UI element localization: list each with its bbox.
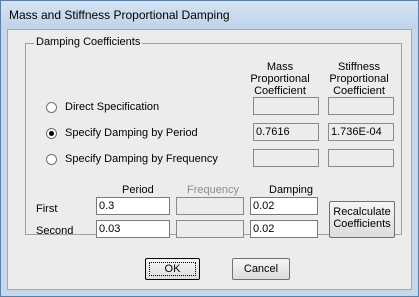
damping-header: Damping	[269, 184, 314, 196]
direct-mass-field	[253, 97, 319, 115]
stiffness-coefficient-field: 1.736E-04	[328, 123, 394, 141]
frequency-stiffness-field	[328, 149, 394, 167]
option-damping-by-frequency[interactable]: Specify Damping by Frequency	[46, 153, 218, 165]
recalculate-coefficients-button[interactable]: Recalculate Coefficients	[329, 201, 395, 238]
radio-direct-specification[interactable]	[46, 101, 57, 113]
dialog-client: Damping Coefficients Mass Proportional C…	[7, 29, 412, 290]
dialog-window: Mass and Stiffness Proportional Damping …	[0, 0, 419, 297]
option-damping-by-period[interactable]: Specify Damping by Period	[46, 127, 198, 139]
row-label-first: First	[36, 203, 58, 215]
ok-focus-outline	[149, 262, 196, 276]
mass-coefficient-header: Mass Proportional Coefficient	[250, 61, 310, 97]
stiffness-coefficient-header: Stiffness Proportional Coefficient	[329, 61, 389, 97]
period-header: Period	[122, 184, 154, 196]
first-damping-input[interactable]: 0.02	[250, 197, 318, 215]
frequency-header: Frequency	[187, 184, 239, 196]
option-label: Direct Specification	[65, 101, 160, 113]
second-frequency-input	[176, 220, 244, 238]
row-label-second: Second	[36, 225, 74, 237]
radio-damping-by-period[interactable]	[46, 127, 57, 139]
second-damping-input[interactable]: 0.02	[250, 220, 318, 238]
damping-coefficients-group: Damping Coefficients Mass Proportional C…	[25, 36, 402, 238]
second-period-input[interactable]: 0.03	[96, 220, 170, 238]
title-bar[interactable]: Mass and Stiffness Proportional Damping	[1, 1, 418, 29]
cancel-button[interactable]: Cancel	[232, 258, 290, 280]
option-label: Specify Damping by Frequency	[65, 153, 218, 165]
frequency-mass-field	[253, 149, 319, 167]
option-direct-specification[interactable]: Direct Specification	[46, 101, 159, 113]
mass-coefficient-field: 0.7616	[253, 123, 319, 141]
first-frequency-input	[176, 197, 244, 215]
direct-stiffness-field	[328, 97, 394, 115]
first-period-input[interactable]: 0.3	[96, 197, 170, 215]
window-title: Mass and Stiffness Proportional Damping	[9, 8, 230, 22]
group-label: Damping Coefficients	[34, 36, 143, 48]
radio-damping-by-frequency[interactable]	[46, 153, 57, 165]
option-label: Specify Damping by Period	[65, 127, 198, 139]
